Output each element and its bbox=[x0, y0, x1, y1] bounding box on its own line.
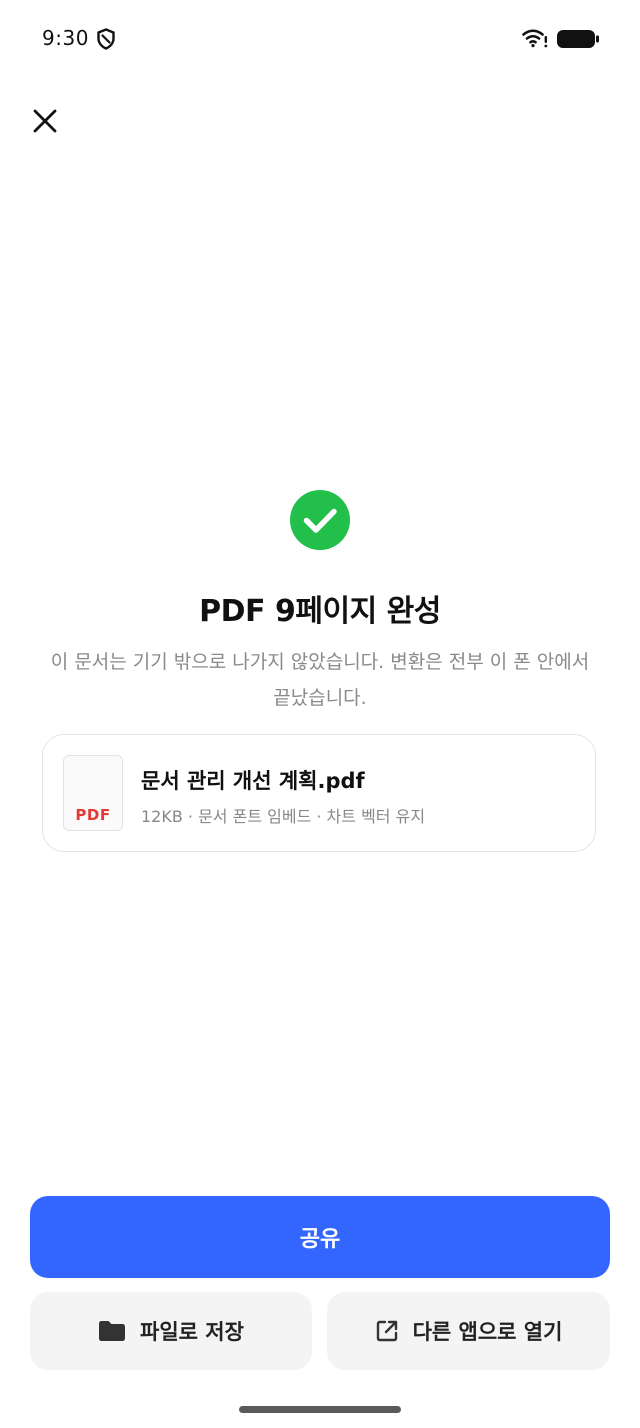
check-circle-icon bbox=[290, 490, 350, 550]
share-button[interactable]: 공유 bbox=[30, 1196, 610, 1278]
save-to-file-button[interactable]: 파일로 저장 bbox=[30, 1292, 312, 1370]
file-name: 문서 관리 개선 계획.pdf bbox=[141, 769, 365, 793]
battery-icon bbox=[557, 30, 599, 48]
file-card[interactable]: PDF 문서 관리 개선 계획.pdf 12KB · 문서 폰트 임베드 · 차… bbox=[42, 734, 596, 852]
close-icon bbox=[33, 109, 57, 133]
wifi-icon bbox=[522, 29, 548, 48]
page-subtitle: 이 문서는 기기 밖으로 나가지 않았습니다. 변환은 전부 이 폰 안에서 끝… bbox=[50, 651, 590, 709]
file-meta: 12KB · 문서 폰트 임베드 · 차트 벡터 유지 bbox=[141, 807, 426, 826]
open-button-label: 다른 앱으로 열기 bbox=[412, 1320, 563, 1344]
close-button[interactable] bbox=[28, 104, 62, 138]
open-external-icon bbox=[376, 1320, 397, 1342]
save-button-label: 파일로 저장 bbox=[140, 1320, 244, 1344]
folder-icon bbox=[99, 1321, 126, 1341]
shield-icon bbox=[97, 28, 115, 50]
share-button-label: 공유 bbox=[299, 1227, 341, 1252]
file-thumb-label: PDF bbox=[75, 806, 111, 824]
status-bar: 9:30 bbox=[0, 0, 640, 78]
pdf-file-icon: PDF bbox=[63, 755, 123, 831]
page-title: PDF 9페이지 완성 bbox=[199, 594, 441, 629]
open-in-other-app-button[interactable]: 다른 앱으로 열기 bbox=[327, 1292, 610, 1370]
status-time: 9:30 bbox=[42, 26, 89, 50]
home-indicator[interactable] bbox=[239, 1406, 401, 1413]
